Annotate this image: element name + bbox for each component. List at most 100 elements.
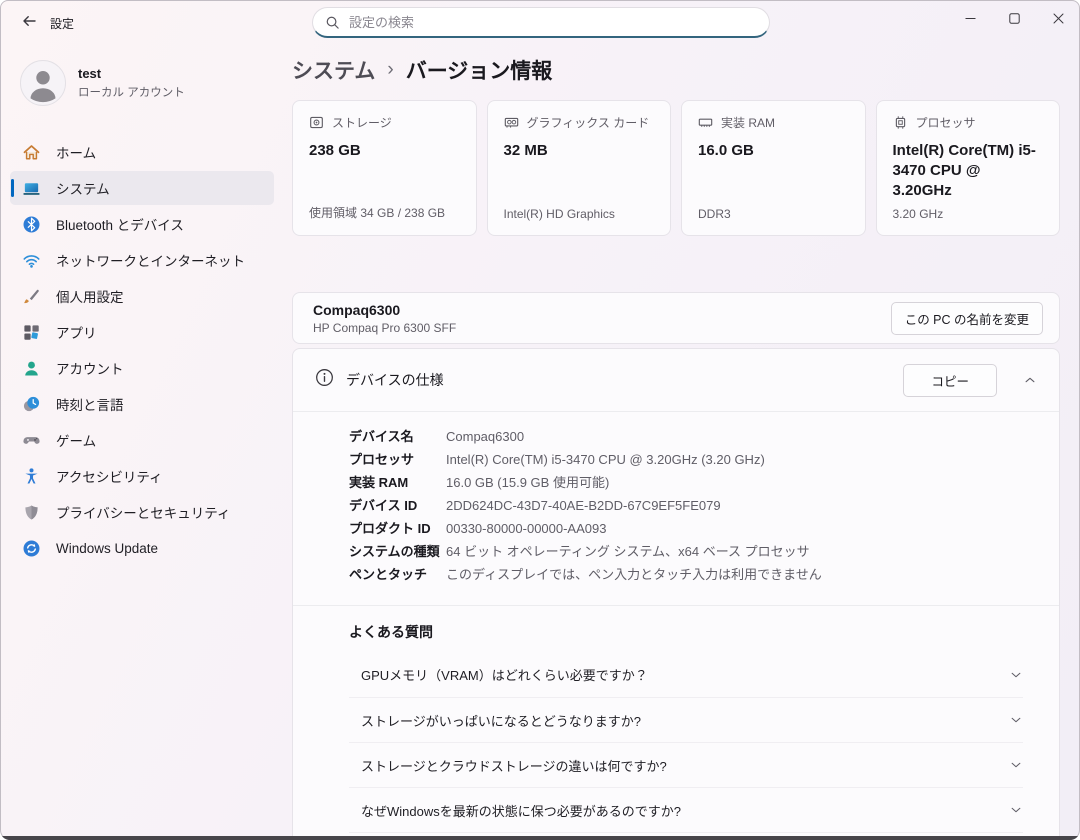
search-input[interactable] — [312, 7, 770, 38]
sidebar: test ローカル アカウント ホーム システム Bluetooth とデバイス… — [0, 48, 284, 840]
sidebar-item-apps[interactable]: アプリ — [10, 315, 274, 349]
faq-question: なぜWindowsを最新の状態に保つ必要があるのですか? — [361, 801, 681, 820]
faq-heading: よくある質問 — [349, 620, 1023, 644]
spec-label: プロダクト ID — [349, 517, 446, 540]
sidebar-item-gaming[interactable]: ゲーム — [10, 423, 274, 457]
card-value: 16.0 GB — [698, 141, 849, 161]
titlebar: 設定 — [0, 0, 1080, 48]
sidebar-nav: ホーム システム Bluetooth とデバイス ネットワークとインターネット … — [10, 135, 274, 565]
faq-question: GPUメモリ（VRAM）はどれくらい必要ですか？ — [361, 665, 648, 684]
faq-section: よくある質問 GPUメモリ（VRAM）はどれくらい必要ですか？ ストレージがいっ… — [293, 606, 1059, 840]
card-value: 32 MB — [504, 141, 655, 161]
close-icon — [1053, 13, 1064, 24]
sidebar-item-bluetooth-devices[interactable]: Bluetooth とデバイス — [10, 207, 274, 241]
faq-item-cloud-storage[interactable]: ストレージとクラウドストレージの違いは何ですか? — [349, 742, 1023, 787]
sidebar-item-label: Windows Update — [56, 541, 158, 556]
sidebar-item-label: アプリ — [56, 322, 97, 342]
sidebar-item-accounts[interactable]: アカウント — [10, 351, 274, 385]
table-row: デバイス名Compaq6300 — [349, 425, 1043, 448]
card-detail: DDR3 — [698, 207, 849, 221]
info-icon — [315, 368, 334, 392]
time-language-icon — [22, 395, 41, 414]
minimize-icon — [965, 13, 976, 24]
sidebar-item-windows-update[interactable]: Windows Update — [10, 531, 274, 565]
sidebar-item-personalization[interactable]: 個人用設定 — [10, 279, 274, 313]
back-arrow-icon — [21, 13, 37, 34]
table-row: プロダクト ID00330-80000-00000-AA093 — [349, 517, 1043, 540]
card-label: 実装 RAM — [721, 114, 775, 131]
ram-icon — [698, 115, 713, 130]
device-name: Compaq6300 — [313, 302, 456, 318]
rename-pc-button[interactable]: この PC の名前を変更 — [891, 302, 1043, 335]
faq-question: ストレージがいっぱいになるとどうなりますか? — [361, 711, 641, 730]
sidebar-item-accessibility[interactable]: アクセシビリティ — [10, 459, 274, 493]
copy-button[interactable]: コピー — [903, 364, 997, 397]
card-detail: 3.20 GHz — [893, 207, 1044, 221]
spec-value: 64 ビット オペレーティング システム、x64 ベース プロセッサ — [446, 540, 810, 563]
avatar — [20, 60, 66, 106]
device-spec-header: デバイスの仕様 コピー — [293, 349, 1059, 411]
processor-card: プロセッサ Intel(R) Core(TM) i5-3470 CPU @ 3.… — [876, 100, 1061, 236]
faq-item-keep-updated[interactable]: なぜWindowsを最新の状態に保つ必要があるのですか? — [349, 787, 1023, 832]
privacy-icon — [22, 503, 41, 522]
user-card: test ローカル アカウント — [10, 56, 274, 110]
chevron-down-icon — [1009, 668, 1023, 682]
device-model: HP Compaq Pro 6300 SFF — [313, 321, 456, 335]
card-label: プロセッサ — [916, 114, 976, 131]
sidebar-item-network-internet[interactable]: ネットワークとインターネット — [10, 243, 274, 277]
faq-question: ストレージとクラウドストレージの違いは何ですか? — [361, 756, 667, 775]
faq-item-gpu-memory[interactable]: GPUメモリ（VRAM）はどれくらい必要ですか？ — [349, 652, 1023, 697]
sidebar-item-label: プライバシーとセキュリティ — [56, 502, 230, 522]
sidebar-item-label: ネットワークとインターネット — [56, 250, 245, 270]
sidebar-item-label: システム — [56, 178, 110, 198]
card-value: Intel(R) Core(TM) i5-3470 CPU @ 3.20GHz — [893, 141, 1044, 200]
table-row: ペンとタッチこのディスプレイでは、ペン入力とタッチ入力は利用できません — [349, 563, 1043, 586]
sidebar-item-system[interactable]: システム — [10, 171, 274, 205]
accounts-icon — [22, 359, 41, 378]
sidebar-item-home[interactable]: ホーム — [10, 135, 274, 169]
table-row: 実装 RAM16.0 GB (15.9 GB 使用可能) — [349, 471, 1043, 494]
maximize-button[interactable] — [992, 0, 1036, 36]
spec-label: システムの種類 — [349, 540, 446, 563]
cpu-icon — [893, 115, 908, 130]
sidebar-item-label: 個人用設定 — [56, 286, 124, 306]
faq-item-storage-full[interactable]: ストレージがいっぱいになるとどうなりますか? — [349, 697, 1023, 742]
card-label: グラフィックス カード — [527, 114, 650, 131]
breadcrumb: システム › バージョン情報 — [292, 55, 1060, 85]
settings-window: 設定 test ローカル アカウント — [0, 0, 1080, 840]
spec-label: 実装 RAM — [349, 471, 446, 494]
chevron-down-icon — [1009, 713, 1023, 727]
device-spec-card: デバイスの仕様 コピー デバイス名Compaq6300 プロセッサIntel(R… — [292, 348, 1060, 840]
spec-value: Compaq6300 — [446, 425, 524, 448]
sidebar-item-time-language[interactable]: 時刻と言語 — [10, 387, 274, 421]
table-row: プロセッサIntel(R) Core(TM) i5-3470 CPU @ 3.2… — [349, 448, 1043, 471]
spec-value: 00330-80000-00000-AA093 — [446, 517, 606, 540]
minimize-button[interactable] — [948, 0, 992, 36]
windows-update-icon — [22, 539, 41, 558]
chevron-down-icon — [1009, 758, 1023, 772]
sidebar-item-label: アクセシビリティ — [56, 466, 163, 486]
spec-value: 2DD624DC-43D7-40AE-B2DD-67C9EF5FE079 — [446, 494, 721, 517]
close-button[interactable] — [1036, 0, 1080, 36]
sidebar-item-privacy-security[interactable]: プライバシーとセキュリティ — [10, 495, 274, 529]
summary-cards: ストレージ 238 GB 使用領域 34 GB / 238 GB グラフィックス… — [292, 100, 1060, 236]
chevron-down-icon — [1009, 803, 1023, 817]
storage-icon — [309, 115, 324, 130]
back-button[interactable] — [12, 8, 46, 38]
bluetooth-icon — [22, 215, 41, 234]
spec-value: このディスプレイでは、ペン入力とタッチ入力は利用できません — [446, 563, 822, 586]
page-title: バージョン情報 — [406, 55, 553, 85]
chevron-up-icon[interactable] — [1017, 367, 1043, 393]
device-name-card: Compaq6300 HP Compaq Pro 6300 SFF この PC … — [292, 292, 1060, 344]
faq-item-ram-needed[interactable]: Windows 11 にはどのくらいのメモリ (RAM) が必要ですか? — [349, 832, 1023, 840]
device-spec-table: デバイス名Compaq6300 プロセッサIntel(R) Core(TM) i… — [293, 412, 1059, 605]
ram-card: 実装 RAM 16.0 GB DDR3 — [681, 100, 866, 236]
spec-label: ペンとタッチ — [349, 563, 446, 586]
window-controls — [948, 0, 1080, 36]
breadcrumb-chevron-icon: › — [387, 59, 393, 81]
graphics-card: グラフィックス カード 32 MB Intel(R) HD Graphics — [487, 100, 672, 236]
spec-value: Intel(R) Core(TM) i5-3470 CPU @ 3.20GHz … — [446, 448, 765, 471]
card-label: ストレージ — [332, 114, 392, 131]
storage-card: ストレージ 238 GB 使用領域 34 GB / 238 GB — [292, 100, 477, 236]
breadcrumb-system[interactable]: システム — [292, 55, 375, 85]
